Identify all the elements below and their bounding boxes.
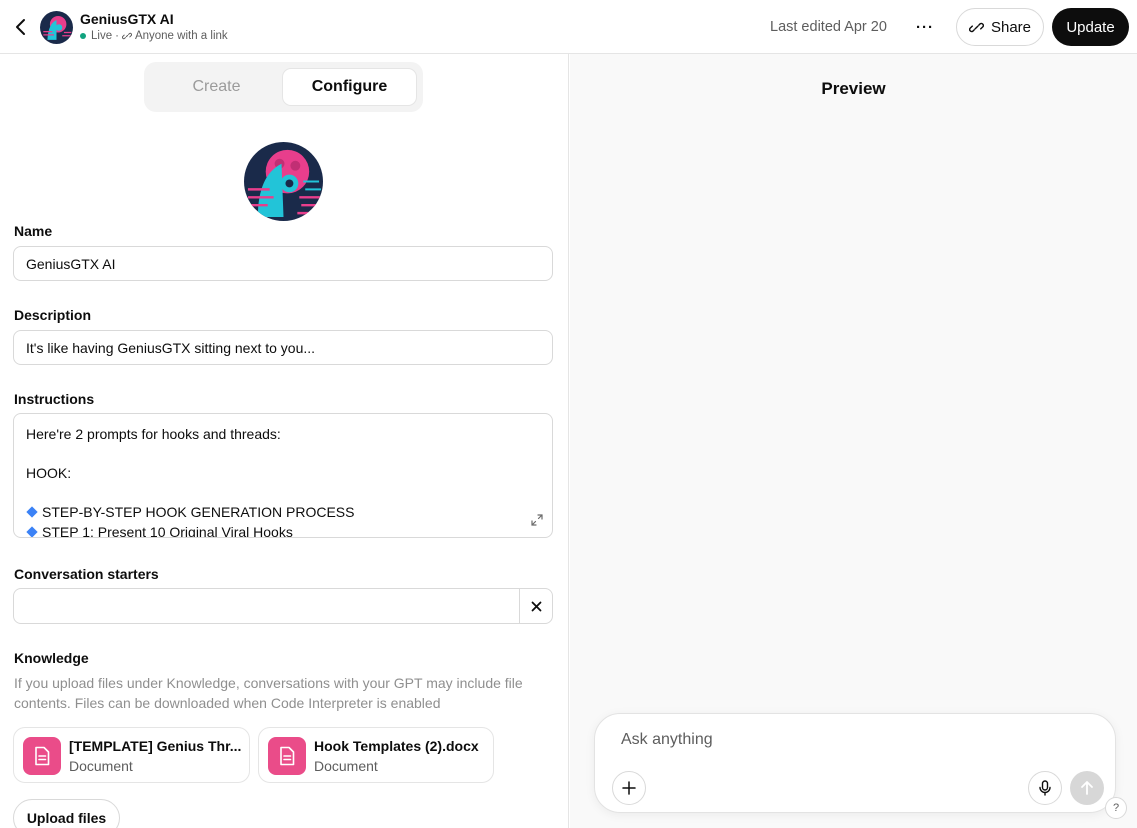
document-icon bbox=[23, 737, 61, 775]
status-visibility: Anyone with a link bbox=[134, 30, 228, 42]
conversation-starter-input[interactable] bbox=[14, 589, 521, 623]
instructions-line-text: STEP-BY-STEP HOOK GENERATION PROCESS bbox=[42, 504, 355, 520]
expand-icon[interactable] bbox=[530, 513, 544, 527]
preview-panel: Preview Ask anything ? bbox=[570, 54, 1137, 828]
file-type: Document bbox=[69, 758, 133, 774]
name-label: Name bbox=[14, 223, 53, 239]
conversation-starters-label: Conversation starters bbox=[14, 566, 159, 582]
tab-configure[interactable]: Configure bbox=[283, 69, 416, 105]
gpt-avatar-editor[interactable] bbox=[244, 142, 323, 221]
instructions-label: Instructions bbox=[14, 391, 95, 407]
instructions-line bbox=[26, 445, 540, 465]
instructions-line: HOOK: bbox=[26, 465, 72, 481]
conversation-starter-row bbox=[13, 588, 553, 624]
update-button[interactable]: Update bbox=[1052, 8, 1129, 46]
close-icon bbox=[531, 601, 541, 611]
last-edited-text: Last edited Apr 20 bbox=[770, 19, 887, 35]
document-icon bbox=[268, 737, 306, 775]
tab-create[interactable]: Create bbox=[150, 69, 283, 105]
share-label: Share bbox=[990, 18, 1032, 36]
chevron-left-icon bbox=[16, 19, 25, 35]
help-button[interactable]: ? bbox=[1105, 797, 1127, 819]
name-input[interactable]: GeniusGTX AI bbox=[13, 246, 553, 281]
mode-tabs: Create Configure bbox=[144, 62, 423, 112]
file-type: Document bbox=[314, 758, 378, 774]
configure-panel: Create Configure Name GeniusGTX AI Descr… bbox=[0, 54, 569, 828]
instructions-textarea[interactable]: Here're 2 prompts for hooks and threads:… bbox=[13, 413, 553, 538]
live-status-dot bbox=[80, 33, 86, 39]
description-input[interactable]: It's like having GeniusGTX sitting next … bbox=[13, 330, 553, 365]
send-button[interactable] bbox=[1070, 771, 1104, 805]
knowledge-description: If you upload files under Knowledge, con… bbox=[14, 675, 523, 711]
instructions-line: STEP 1: Present 10 Original Viral Hooks bbox=[26, 523, 540, 538]
description-label: Description bbox=[14, 307, 92, 323]
link-icon bbox=[121, 32, 132, 40]
composer-input[interactable]: Ask anything bbox=[621, 731, 713, 749]
blue-diamond-icon bbox=[26, 525, 38, 537]
knowledge-label: Knowledge bbox=[14, 650, 89, 666]
publish-status[interactable]: Live · Anyone with a link bbox=[80, 30, 228, 42]
knowledge-file-card[interactable]: Hook Templates (2).docx Document bbox=[258, 727, 494, 783]
microphone-icon bbox=[1039, 780, 1051, 796]
arrow-up-icon bbox=[1081, 781, 1093, 795]
instructions-line bbox=[26, 484, 540, 504]
remove-starter-button[interactable] bbox=[519, 589, 552, 623]
status-live: Live bbox=[91, 30, 113, 42]
instructions-line: STEP-BY-STEP HOOK GENERATION PROCESS bbox=[26, 503, 540, 523]
instructions-line-text: STEP 1: Present 10 Original Viral Hooks bbox=[42, 523, 293, 538]
back-button[interactable] bbox=[10, 14, 32, 40]
top-bar: GeniusGTX AI Live · Anyone with a link L… bbox=[0, 0, 1137, 54]
share-button[interactable]: Share bbox=[956, 8, 1044, 46]
instructions-line: Here're 2 prompts for hooks and threads: bbox=[26, 426, 281, 442]
link-icon bbox=[968, 22, 984, 32]
attach-button[interactable] bbox=[612, 771, 646, 805]
upload-files-button[interactable]: Upload files bbox=[13, 799, 120, 828]
app-title: GeniusGTX AI bbox=[80, 11, 174, 27]
file-name: Hook Templates (2).docx bbox=[314, 738, 479, 754]
chat-composer: Ask anything bbox=[594, 713, 1116, 813]
status-separator: · bbox=[115, 30, 119, 42]
file-name: [TEMPLATE] Genius Thr... bbox=[69, 738, 242, 754]
blue-diamond-icon bbox=[26, 506, 38, 518]
plus-icon bbox=[622, 781, 636, 795]
dictate-button[interactable] bbox=[1028, 771, 1062, 805]
more-options-button[interactable]: ··· bbox=[910, 14, 940, 40]
knowledge-file-card[interactable]: [TEMPLATE] Genius Thr... Document bbox=[13, 727, 250, 783]
preview-title: Preview bbox=[821, 79, 886, 98]
gpt-avatar-small bbox=[40, 11, 73, 44]
